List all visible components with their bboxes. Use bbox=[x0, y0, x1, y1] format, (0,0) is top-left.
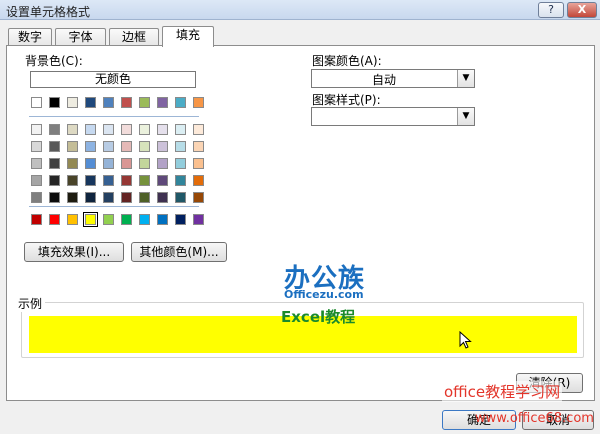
color-swatch[interactable] bbox=[49, 192, 60, 203]
color-swatch[interactable] bbox=[103, 192, 114, 203]
color-swatch[interactable] bbox=[85, 124, 96, 135]
color-swatch[interactable] bbox=[157, 158, 168, 169]
color-swatch[interactable] bbox=[175, 124, 186, 135]
background-color-label: 背景色(C): bbox=[25, 54, 83, 68]
palette-separator bbox=[29, 116, 199, 117]
standard-color-swatch[interactable] bbox=[175, 214, 186, 225]
watermark-brand: office教程学习网 bbox=[442, 381, 563, 402]
sample-label: 示例 bbox=[15, 295, 46, 312]
color-swatch[interactable] bbox=[139, 124, 150, 135]
color-swatch[interactable] bbox=[121, 158, 132, 169]
pattern-color-label: 图案颜色(A): bbox=[312, 54, 382, 68]
color-swatch[interactable] bbox=[139, 175, 150, 186]
title-bar: 设置单元格格式 ? X bbox=[0, 0, 600, 20]
standard-color-swatch[interactable] bbox=[157, 214, 168, 225]
color-swatch[interactable] bbox=[31, 97, 42, 108]
color-swatch[interactable] bbox=[121, 192, 132, 203]
color-swatch[interactable] bbox=[157, 97, 168, 108]
mouse-cursor-icon bbox=[459, 331, 472, 349]
standard-color-swatch[interactable] bbox=[31, 214, 42, 225]
fill-effects-button[interactable]: 填充效果(I)... bbox=[24, 242, 124, 262]
color-swatch[interactable] bbox=[67, 124, 78, 135]
color-swatch[interactable] bbox=[193, 158, 204, 169]
color-swatch[interactable] bbox=[67, 192, 78, 203]
color-swatch[interactable] bbox=[85, 175, 96, 186]
color-swatch[interactable] bbox=[85, 158, 96, 169]
color-swatch[interactable] bbox=[103, 158, 114, 169]
pattern-color-value: 自动 bbox=[371, 73, 396, 87]
color-swatch[interactable] bbox=[175, 141, 186, 152]
color-swatch[interactable] bbox=[139, 158, 150, 169]
color-swatch[interactable] bbox=[193, 124, 204, 135]
tab-font[interactable]: 字体 bbox=[55, 28, 106, 46]
no-color-button[interactable]: 无颜色 bbox=[30, 71, 196, 88]
color-swatch[interactable] bbox=[49, 158, 60, 169]
color-swatch[interactable] bbox=[175, 97, 186, 108]
tab-border[interactable]: 边框 bbox=[109, 28, 159, 46]
watermark-site: Officezu.com bbox=[284, 288, 364, 301]
color-swatch[interactable] bbox=[103, 124, 114, 135]
color-swatch[interactable] bbox=[103, 175, 114, 186]
help-button[interactable]: ? bbox=[538, 2, 564, 18]
color-swatch[interactable] bbox=[49, 124, 60, 135]
color-swatch[interactable] bbox=[31, 124, 42, 135]
color-swatch[interactable] bbox=[175, 192, 186, 203]
color-swatch[interactable] bbox=[31, 192, 42, 203]
color-swatch[interactable] bbox=[103, 141, 114, 152]
chevron-down-icon[interactable]: ▼ bbox=[457, 108, 474, 125]
color-swatch[interactable] bbox=[31, 175, 42, 186]
color-swatch[interactable] bbox=[49, 97, 60, 108]
pattern-style-label: 图案样式(P): bbox=[312, 93, 381, 107]
color-swatch[interactable] bbox=[157, 192, 168, 203]
color-swatch[interactable] bbox=[157, 175, 168, 186]
watermark-course: Excel教程 bbox=[281, 308, 356, 326]
color-swatch[interactable] bbox=[139, 97, 150, 108]
color-swatch[interactable] bbox=[31, 141, 42, 152]
color-swatch[interactable] bbox=[67, 97, 78, 108]
color-swatch[interactable] bbox=[85, 192, 96, 203]
color-swatch[interactable] bbox=[139, 192, 150, 203]
standard-color-swatch[interactable] bbox=[67, 214, 78, 225]
palette-separator bbox=[29, 206, 199, 207]
color-swatch[interactable] bbox=[139, 141, 150, 152]
color-swatch[interactable] bbox=[121, 141, 132, 152]
color-swatch[interactable] bbox=[175, 158, 186, 169]
chevron-down-icon[interactable]: ▼ bbox=[457, 70, 474, 87]
standard-color-swatch[interactable] bbox=[121, 214, 132, 225]
more-colors-button[interactable]: 其他颜色(M)... bbox=[131, 242, 227, 262]
standard-color-swatch[interactable] bbox=[139, 214, 150, 225]
fill-panel: 背景色(C): 无颜色 填充效果(I)... 其他颜色(M)... 图案颜色(A… bbox=[6, 45, 595, 401]
color-swatch[interactable] bbox=[121, 97, 132, 108]
color-swatch[interactable] bbox=[121, 124, 132, 135]
color-swatch[interactable] bbox=[175, 175, 186, 186]
color-swatch[interactable] bbox=[67, 141, 78, 152]
color-swatch[interactable] bbox=[67, 158, 78, 169]
watermark-url: www.office68.com bbox=[475, 411, 594, 426]
color-swatch[interactable] bbox=[193, 192, 204, 203]
color-swatch[interactable] bbox=[85, 97, 96, 108]
color-swatch[interactable] bbox=[67, 175, 78, 186]
color-swatch[interactable] bbox=[193, 175, 204, 186]
color-swatch[interactable] bbox=[193, 97, 204, 108]
tab-number[interactable]: 数字 bbox=[8, 28, 52, 46]
standard-color-swatch[interactable] bbox=[83, 212, 98, 227]
standard-color-swatch[interactable] bbox=[49, 214, 60, 225]
color-swatch[interactable] bbox=[103, 97, 114, 108]
tab-fill[interactable]: 填充 bbox=[162, 26, 214, 47]
color-swatch[interactable] bbox=[85, 141, 96, 152]
pattern-style-select[interactable]: ▼ bbox=[311, 107, 475, 126]
window-title: 设置单元格格式 bbox=[6, 5, 91, 19]
standard-color-swatch[interactable] bbox=[103, 214, 114, 225]
color-swatch[interactable] bbox=[49, 141, 60, 152]
pattern-color-select[interactable]: 自动 ▼ bbox=[311, 69, 475, 88]
color-swatch[interactable] bbox=[31, 158, 42, 169]
color-swatch[interactable] bbox=[193, 141, 204, 152]
color-swatch[interactable] bbox=[121, 175, 132, 186]
color-swatch[interactable] bbox=[157, 141, 168, 152]
standard-color-swatch[interactable] bbox=[193, 214, 204, 225]
close-button[interactable]: X bbox=[567, 2, 597, 18]
color-swatch[interactable] bbox=[157, 124, 168, 135]
color-swatch[interactable] bbox=[49, 175, 60, 186]
